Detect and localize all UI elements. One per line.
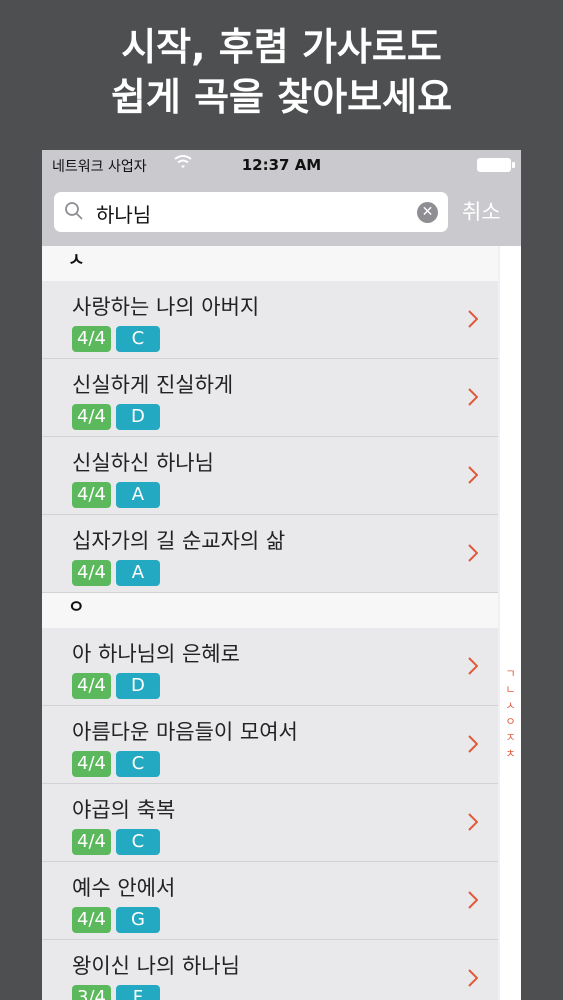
battery-icon: [477, 158, 515, 172]
song-title: 아 하나님의 은혜로: [72, 642, 240, 666]
key-badge: A: [115, 560, 160, 586]
time-signature-badge: 3/4: [72, 985, 111, 1000]
key-badge: D: [115, 673, 160, 699]
chevron-right-icon: [468, 813, 479, 835]
key-badge: C: [115, 751, 160, 777]
clear-icon[interactable]: ✕: [417, 202, 438, 223]
promo-headline-line1: 시작, 후렴 가사로도: [121, 25, 442, 69]
search-icon: [64, 201, 84, 225]
status-time: 12:37 AM: [241, 156, 322, 174]
cancel-button[interactable]: 취소: [462, 196, 501, 226]
time-signature-badge: 4/4: [72, 326, 111, 352]
song-row[interactable]: 신실하신 하나님 4/4 A: [42, 437, 498, 515]
song-row[interactable]: 예수 안에서 4/4 G: [42, 862, 498, 940]
song-title: 십자가의 길 순교자의 삶: [72, 529, 286, 553]
time-signature-badge: 4/4: [72, 907, 111, 933]
chevron-right-icon: [468, 466, 479, 488]
time-signature-badge: 4/4: [72, 829, 111, 855]
section-header: ㅅ: [42, 246, 498, 281]
phone-screen: 네트워크 사업자 12:37 AM 하나님 ✕ 취소 ㅅ 사랑하는 나의 아버지…: [42, 150, 521, 1000]
key-badge: D: [115, 404, 160, 430]
key-badge: G: [115, 907, 160, 933]
song-row[interactable]: 아름다운 마음들이 모여서 4/4 C: [42, 706, 498, 784]
index-item[interactable]: ㅈ: [500, 730, 521, 746]
search-bar: 하나님 ✕ 취소: [42, 180, 521, 246]
song-title: 사랑하는 나의 아버지: [72, 295, 260, 319]
index-item[interactable]: ㅅ: [500, 698, 521, 714]
chevron-right-icon: [468, 388, 479, 410]
song-list: ㅅ 사랑하는 나의 아버지 4/4 C 신실하게 진실하게 4/4 D 신실하신 하…: [42, 246, 498, 1000]
promo-headline-line2: 쉽게 곡을 찾아보세요: [110, 75, 453, 119]
index-item[interactable]: ㄴ: [500, 682, 521, 698]
chevron-right-icon: [468, 310, 479, 332]
song-row[interactable]: 사랑하는 나의 아버지 4/4 C: [42, 281, 498, 359]
status-bar: 네트워크 사업자 12:37 AM: [42, 150, 521, 180]
chevron-right-icon: [468, 891, 479, 913]
song-row[interactable]: 왕이신 나의 하나님 3/4 F: [42, 940, 498, 1000]
promo-headline: 시작, 후렴 가사로도 쉽게 곡을 찾아보세요: [0, 22, 563, 122]
search-input[interactable]: 하나님 ✕: [54, 192, 448, 232]
key-badge: F: [115, 985, 160, 1000]
song-title: 신실하게 진실하게: [72, 373, 234, 397]
key-badge: A: [115, 482, 160, 508]
index-item[interactable]: ㅊ: [500, 746, 521, 762]
index-item[interactable]: ㅇ: [500, 714, 521, 730]
chevron-right-icon: [468, 544, 479, 566]
chevron-right-icon: [468, 657, 479, 679]
song-row[interactable]: 십자가의 길 순교자의 삶 4/4 A: [42, 515, 498, 593]
song-row[interactable]: 야곱의 축복 4/4 C: [42, 784, 498, 862]
song-title: 아름다운 마음들이 모여서: [72, 720, 298, 744]
chevron-right-icon: [468, 735, 479, 757]
search-input-value: 하나님: [96, 203, 152, 227]
song-title: 왕이신 나의 하나님: [72, 954, 240, 978]
song-title: 예수 안에서: [72, 876, 176, 900]
time-signature-badge: 4/4: [72, 482, 111, 508]
song-title: 신실하신 하나님: [72, 451, 214, 475]
index-item[interactable]: ㄱ: [500, 666, 521, 682]
song-title: 야곱의 축복: [72, 798, 176, 822]
time-signature-badge: 4/4: [72, 560, 111, 586]
section-index-bar[interactable]: ㄱ ㄴ ㅅ ㅇ ㅈ ㅊ: [500, 246, 521, 1000]
time-signature-badge: 4/4: [72, 404, 111, 430]
time-signature-badge: 4/4: [72, 673, 111, 699]
time-signature-badge: 4/4: [72, 751, 111, 777]
chevron-right-icon: [468, 969, 479, 991]
key-badge: C: [115, 829, 160, 855]
song-row[interactable]: 아 하나님의 은혜로 4/4 D: [42, 628, 498, 706]
section-header: ㅇ: [42, 593, 498, 628]
key-badge: C: [115, 326, 160, 352]
song-row[interactable]: 신실하게 진실하게 4/4 D: [42, 359, 498, 437]
